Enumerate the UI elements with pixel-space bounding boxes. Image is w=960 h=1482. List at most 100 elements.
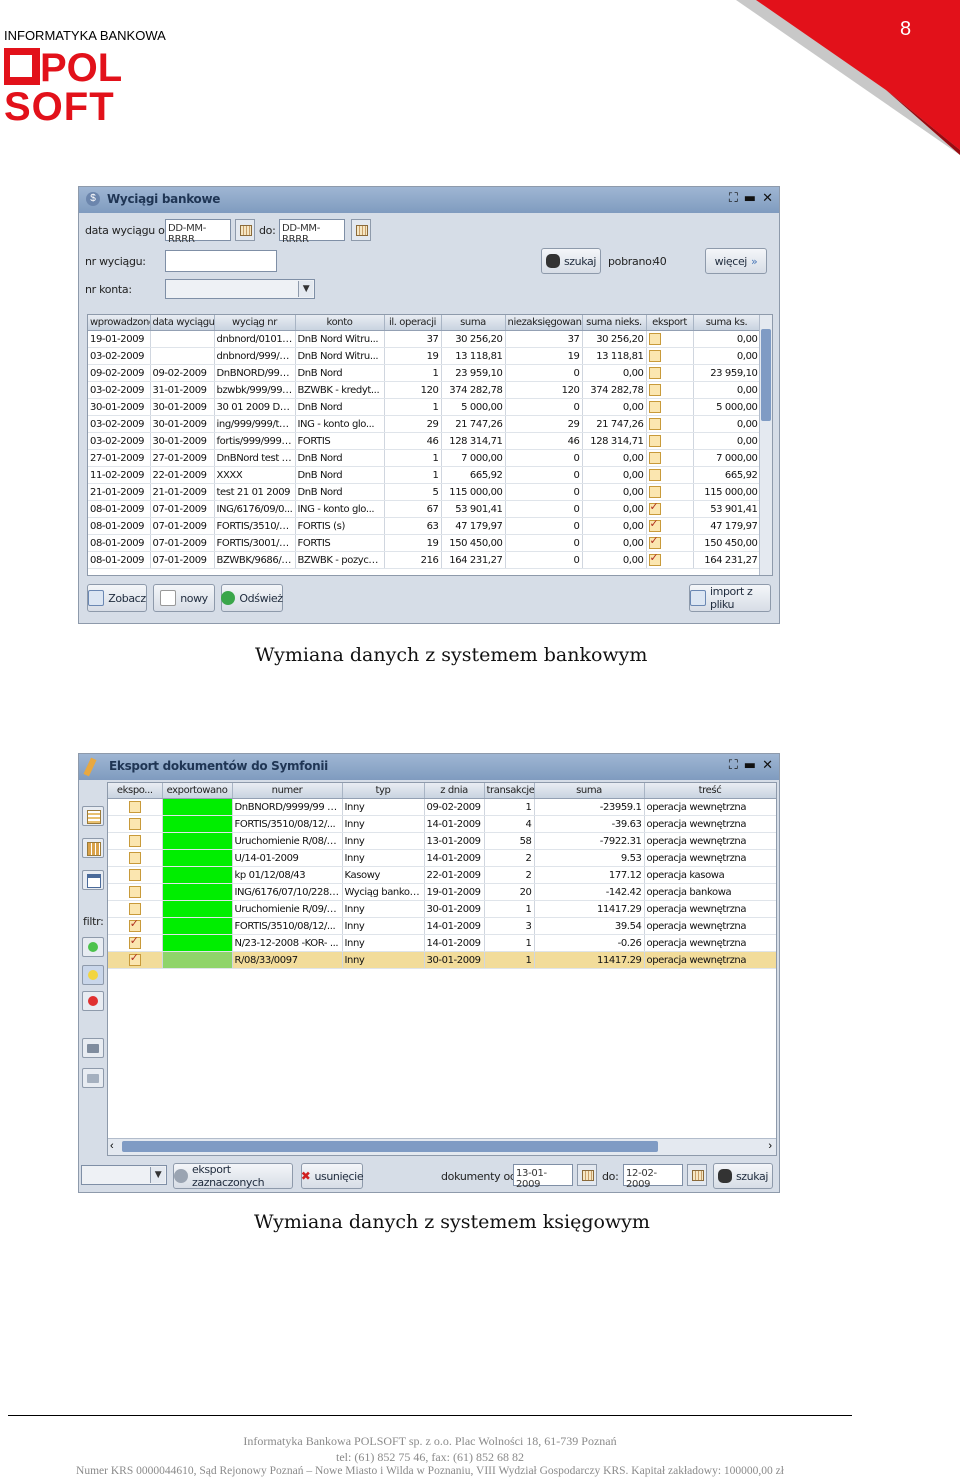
calendar-from-button[interactable] bbox=[577, 1164, 597, 1186]
checkbox[interactable] bbox=[128, 852, 141, 864]
column-header[interactable]: suma bbox=[441, 315, 506, 331]
checkbox[interactable] bbox=[128, 903, 141, 915]
documents-to-input[interactable]: 12-02-2009 bbox=[623, 1164, 683, 1190]
column-header[interactable]: eksport bbox=[646, 315, 694, 331]
print-preview-button[interactable] bbox=[82, 1068, 104, 1088]
column-header[interactable]: niezaksięgowane bbox=[505, 315, 583, 331]
table-row[interactable]: DnBNORD/9999/99 -K... Inny 09-02-2009 1 -239… bbox=[108, 798, 776, 816]
checkbox[interactable] bbox=[128, 818, 141, 830]
table-row[interactable]: kp 01/12/08/43 Kasowy 22-01-2009 2 177.12 ope… bbox=[108, 866, 776, 884]
date-from-input[interactable]: DD-MM-RRRR bbox=[165, 219, 231, 245]
remove-button[interactable]: ✖ usunięcie bbox=[301, 1163, 364, 1189]
horizontal-scroll-thumb[interactable] bbox=[122, 1141, 658, 1152]
window-view-button[interactable] bbox=[82, 870, 104, 890]
table-row[interactable]: N/23-12-2008 -KOR- ...Inny14-01-20091-0.… bbox=[108, 934, 776, 952]
filter-green-button[interactable] bbox=[82, 937, 104, 957]
column-header[interactable]: konto bbox=[295, 315, 385, 331]
chevron-down-icon[interactable]: ▼ bbox=[150, 1167, 165, 1183]
search-button[interactable]: szukaj bbox=[541, 248, 601, 274]
table-row[interactable]: 19-01-2009 dnbnord/0101/... DnB Nord Witru… bbox=[88, 330, 761, 348]
table-row[interactable]: 03-02-2009 dnbnord/999/9... DnB Nord Witru… bbox=[88, 347, 761, 365]
column-header[interactable]: wprowadzono bbox=[88, 315, 151, 331]
table-row[interactable]: 09-02-2009 09-02-2009 DnBNORD/9999... DnB N… bbox=[88, 364, 761, 382]
column-header[interactable]: il. operacji bbox=[384, 315, 442, 331]
export-target-select[interactable]: ▼ bbox=[81, 1165, 167, 1185]
checkbox[interactable] bbox=[648, 469, 661, 481]
table-row[interactable]: 11-02-2009 22-01-2009 XXXX DnB Nord 1 665,92 0… bbox=[88, 466, 761, 484]
table-row[interactable]: 03-02-2009 31-01-2009 bzwbk/999/99/t... BZW… bbox=[88, 381, 761, 399]
export-selected-button[interactable]: eksport zaznaczonych bbox=[173, 1163, 293, 1189]
maximize-icon[interactable]: ⛶ bbox=[729, 191, 738, 206]
checkbox[interactable] bbox=[648, 552, 661, 566]
table-row[interactable]: 21-01-2009 21-01-2009 test 21 01 2009 DnB N… bbox=[88, 483, 761, 501]
column-header[interactable]: transakcje bbox=[484, 783, 535, 799]
checkbox[interactable] bbox=[648, 333, 661, 345]
checkbox[interactable] bbox=[128, 935, 141, 949]
maximize-icon[interactable]: ⛶ bbox=[729, 758, 738, 773]
more-button[interactable]: więcej » bbox=[705, 248, 767, 274]
table-row[interactable]: 08-01-2009 07-01-2009 ING/6176/09/0... ING … bbox=[88, 500, 761, 518]
checkbox[interactable] bbox=[648, 535, 661, 549]
scroll-thumb[interactable] bbox=[761, 329, 771, 421]
grid-view-button[interactable] bbox=[82, 838, 104, 858]
calendar-from-button[interactable] bbox=[235, 219, 255, 241]
checkbox[interactable] bbox=[648, 452, 661, 464]
table-row[interactable]: 30-01-2009 30-01-2009 30 01 2009 DnB... DnB… bbox=[88, 398, 761, 416]
checkbox[interactable] bbox=[648, 418, 661, 430]
horizontal-scrollbar[interactable]: ‹ › bbox=[108, 1138, 776, 1155]
column-header[interactable]: numer bbox=[232, 783, 343, 799]
import-from-file-button[interactable]: import z pliku bbox=[689, 584, 771, 612]
statement-no-input[interactable] bbox=[165, 250, 277, 272]
view-button[interactable]: Zobacz bbox=[87, 584, 147, 612]
column-header[interactable]: z dnia bbox=[424, 783, 485, 799]
checkbox[interactable] bbox=[648, 350, 661, 362]
chevron-right-icon[interactable]: › bbox=[768, 1140, 772, 1152]
table-row[interactable]: FORTIS/3510/08/12/... Inny 14-01-2009 4 -39.… bbox=[108, 815, 776, 833]
calendar-to-button[interactable] bbox=[351, 219, 371, 241]
checkbox[interactable] bbox=[128, 918, 141, 932]
documents-from-input[interactable]: 13-01-2009 bbox=[513, 1164, 573, 1190]
refresh-button[interactable]: Odśwież bbox=[221, 584, 283, 612]
close-icon[interactable]: ✕ bbox=[762, 191, 773, 206]
table-row[interactable]: U/14-01-2009 Inny 14-01-2009 2 9.53 operacja … bbox=[108, 849, 776, 867]
minimize-icon[interactable]: ▬ bbox=[744, 758, 756, 773]
checkbox[interactable] bbox=[648, 435, 661, 447]
column-header[interactable]: suma ks. bbox=[693, 315, 761, 331]
table-row[interactable]: 08-01-2009 07-01-2009 FORTIS/3510/0... FORT… bbox=[88, 517, 761, 535]
new-button[interactable]: nowy bbox=[153, 584, 215, 612]
column-header[interactable]: exportowano bbox=[162, 783, 233, 799]
account-no-select[interactable]: ▼ bbox=[165, 279, 315, 299]
search-button[interactable]: szukaj bbox=[713, 1163, 773, 1189]
chevron-left-icon[interactable]: ‹ bbox=[110, 1140, 114, 1152]
checkbox[interactable] bbox=[128, 869, 141, 881]
checkbox[interactable] bbox=[128, 835, 141, 847]
checkbox[interactable] bbox=[128, 886, 141, 898]
date-to-input[interactable]: DD-MM-RRRR bbox=[279, 219, 345, 245]
table-row[interactable]: 03-02-2009 30-01-2009 fortis/999/999/t... F… bbox=[88, 432, 761, 450]
table-row[interactable]: 27-01-2009 27-01-2009 DnBNord test 2... DnB… bbox=[88, 449, 761, 467]
checkbox[interactable] bbox=[648, 401, 661, 413]
table-row[interactable]: R/08/33/0097Inny30-01-2009111417.29opera… bbox=[108, 951, 776, 969]
filter-yellow-button[interactable] bbox=[82, 965, 104, 985]
checkbox[interactable] bbox=[648, 384, 661, 396]
column-header[interactable]: suma bbox=[534, 783, 645, 799]
column-header[interactable]: treść bbox=[644, 783, 776, 799]
checkbox[interactable] bbox=[648, 486, 661, 498]
filter-red-button[interactable] bbox=[82, 991, 104, 1011]
checkbox[interactable] bbox=[648, 367, 661, 379]
print-button[interactable] bbox=[82, 1038, 104, 1058]
column-header[interactable]: ekspo... bbox=[108, 783, 163, 799]
table-row[interactable]: 08-01-2009 07-01-2009 BZWBK/9686/0... BZWBK… bbox=[88, 551, 761, 569]
vertical-scrollbar[interactable] bbox=[759, 315, 772, 575]
column-header[interactable]: typ bbox=[342, 783, 425, 799]
checkbox[interactable] bbox=[648, 518, 661, 532]
checkbox[interactable] bbox=[648, 501, 661, 515]
column-header[interactable]: data wyciągu bbox=[150, 315, 215, 331]
minimize-icon[interactable]: ▬ bbox=[744, 191, 756, 206]
checkbox[interactable] bbox=[128, 952, 141, 966]
calendar-to-button[interactable] bbox=[687, 1164, 707, 1186]
table-row[interactable]: 03-02-2009 30-01-2009 ing/999/999/test ING … bbox=[88, 415, 761, 433]
table-view-button[interactable] bbox=[82, 806, 104, 826]
chevron-down-icon[interactable]: ▼ bbox=[298, 281, 313, 297]
table-row[interactable]: FORTIS/3510/08/12/...Inny14-01-2009339.5… bbox=[108, 917, 776, 935]
